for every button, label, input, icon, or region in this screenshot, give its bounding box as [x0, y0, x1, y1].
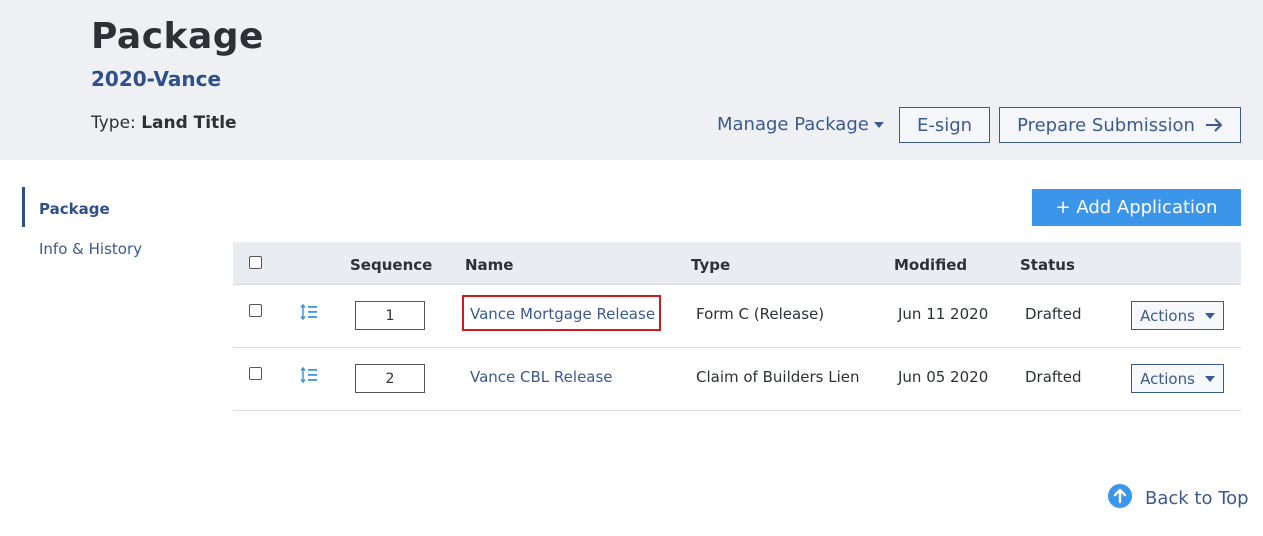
manage-package-dropdown[interactable]: Manage Package [717, 114, 884, 135]
application-status: Drafted [1025, 368, 1082, 386]
application-name-link[interactable]: Vance CBL Release [470, 368, 613, 386]
row-checkbox[interactable] [249, 367, 262, 380]
actions-dropdown-button[interactable]: Actions [1131, 301, 1224, 330]
actions-label: Actions [1140, 369, 1195, 388]
package-type-value: Land Title [141, 113, 237, 133]
arrow-up-circle-icon [1107, 483, 1133, 513]
application-modified: Jun 11 2020 [898, 305, 989, 323]
column-header-modified: Modified [894, 256, 968, 274]
column-header-name: Name [465, 256, 514, 274]
reorder-icon[interactable] [300, 366, 318, 387]
application-name-link[interactable]: Vance Mortgage Release [470, 305, 655, 323]
back-to-top-label: Back to Top [1145, 487, 1249, 509]
reorder-icon[interactable] [300, 303, 318, 324]
table-header: Sequence Name Type Modified Status [233, 242, 1241, 285]
row-checkbox[interactable] [249, 304, 262, 317]
prepare-submission-button[interactable]: Prepare Submission [999, 107, 1241, 143]
package-type: Type: Land Title [91, 113, 237, 133]
table-row: Vance Mortgage Release Form C (Release) … [233, 285, 1241, 348]
prepare-submission-label: Prepare Submission [1017, 114, 1195, 136]
application-type: Form C (Release) [696, 305, 825, 323]
column-header-sequence: Sequence [350, 256, 433, 274]
caret-down-icon [1204, 312, 1215, 319]
package-id: 2020-Vance [91, 67, 222, 91]
package-type-label: Type: [91, 113, 136, 133]
add-application-button[interactable]: + Add Application [1032, 189, 1241, 226]
arrow-right-icon [1205, 117, 1223, 133]
application-status: Drafted [1025, 305, 1082, 323]
table-row: Vance CBL Release Claim of Builders Lien… [233, 348, 1241, 411]
page-header: Package 2020-Vance Type: Land Title Mana… [0, 0, 1263, 160]
application-type: Claim of Builders Lien [696, 368, 860, 386]
esign-button[interactable]: E-sign [899, 107, 990, 143]
sidenav-active-indicator [22, 187, 25, 227]
actions-label: Actions [1140, 306, 1195, 325]
page-title: Package [91, 16, 264, 57]
back-to-top-link[interactable]: Back to Top [1107, 483, 1249, 513]
manage-package-label: Manage Package [717, 114, 869, 135]
select-all-checkbox[interactable] [249, 256, 262, 269]
column-header-type: Type [691, 256, 731, 274]
column-header-status: Status [1020, 256, 1075, 274]
application-modified: Jun 05 2020 [898, 368, 989, 386]
sequence-input[interactable] [355, 301, 425, 330]
sidenav-item-package[interactable]: Package [39, 200, 110, 218]
caret-down-icon [873, 122, 884, 128]
sequence-input[interactable] [355, 364, 425, 393]
actions-dropdown-button[interactable]: Actions [1131, 364, 1224, 393]
caret-down-icon [1204, 375, 1215, 382]
sidenav-item-info-history[interactable]: Info & History [39, 240, 142, 258]
